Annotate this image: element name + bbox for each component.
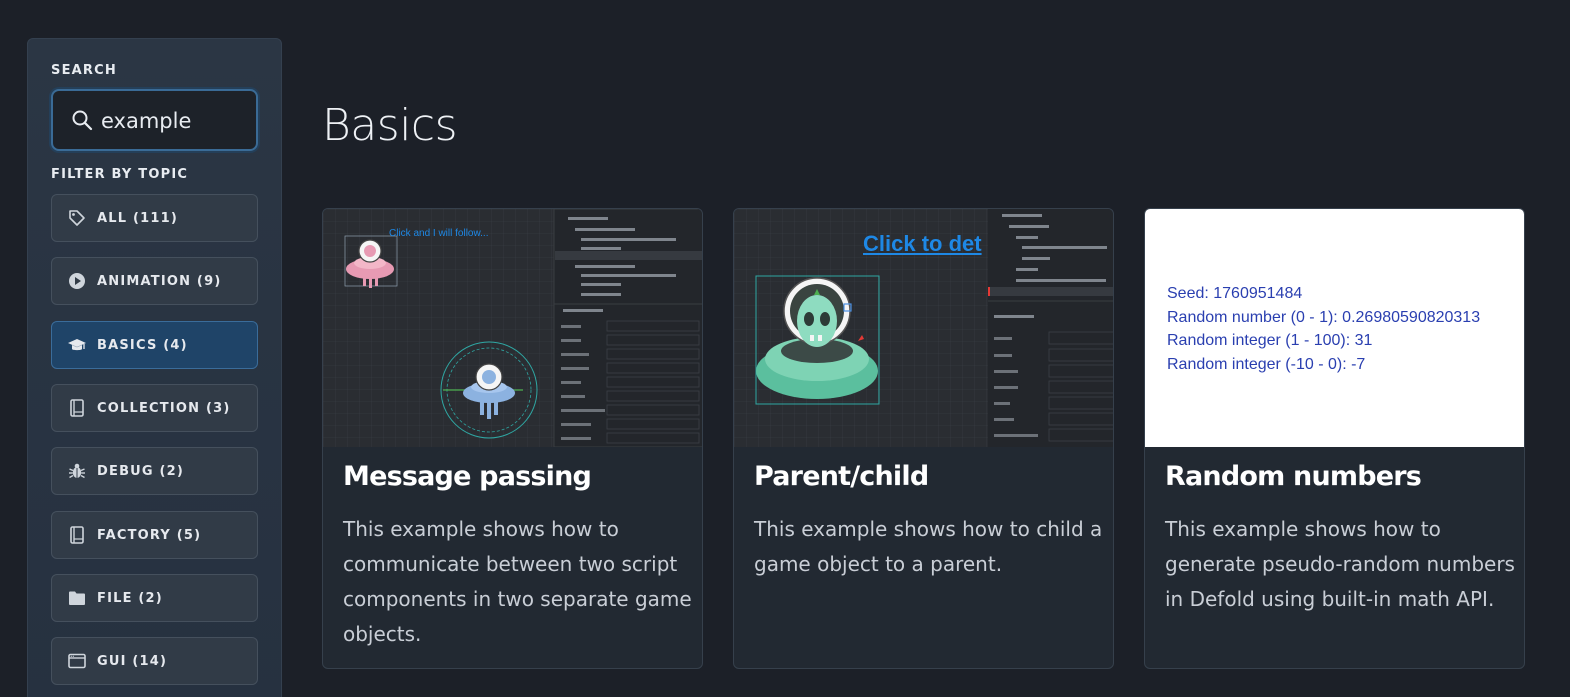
window-icon (67, 651, 87, 671)
topic-basics[interactable]: BASICS (4) (51, 321, 258, 369)
topic-all[interactable]: ALL (111) (51, 194, 258, 242)
card-description: This example shows how to child a game o… (754, 517, 1103, 576)
page-title: Basics (322, 100, 458, 151)
example-card-random-numbers[interactable]: Seed: 1760951484 Random number (0 - 1): … (1144, 208, 1525, 669)
topic-label: DEBUG (2) (97, 463, 185, 479)
topic-collection[interactable]: COLLECTION (3) (51, 384, 258, 432)
topic-animation[interactable]: ANIMATION (9) (51, 257, 258, 305)
sidebar: SEARCH FILTER BY TOPIC ALL (111) ANIMATI… (27, 38, 282, 697)
topic-label: COLLECTION (3) (97, 400, 231, 416)
card-thumbnail: Click to det (734, 209, 1113, 447)
topic-label: BASICS (4) (97, 337, 188, 353)
topic-label: FILE (2) (97, 590, 163, 606)
card-title: Parent/child (754, 461, 929, 492)
folder-icon (67, 588, 87, 608)
topic-factory[interactable]: FACTORY (5) (51, 511, 258, 559)
random-line: Seed: 1760951484 (1167, 285, 1303, 302)
example-card-parent-child[interactable]: Click to det Parent/child This example s… (733, 208, 1114, 669)
play-circle-icon (67, 271, 87, 291)
random-line: Random integer (-10 - 0): -7 (1167, 355, 1366, 373)
topic-label: GUI (14) (97, 653, 168, 669)
bug-icon (67, 461, 87, 481)
card-thumbnail: Seed: 1760951484 Random number (0 - 1): … (1145, 209, 1524, 447)
example-card-message-passing[interactable]: Click and I will follow... Message passi… (322, 208, 703, 669)
book-icon (67, 398, 87, 418)
topic-file[interactable]: FILE (2) (51, 574, 258, 622)
search-input[interactable] (101, 105, 251, 137)
search-box[interactable] (51, 89, 258, 151)
card-description: This example shows how to communicate be… (343, 517, 692, 646)
search-heading: SEARCH (51, 63, 117, 78)
topic-label: FACTORY (5) (97, 527, 202, 543)
card-description: This example shows how to generate pseud… (1165, 517, 1515, 611)
book-icon (67, 525, 87, 545)
topic-label: ANIMATION (9) (97, 273, 222, 289)
filter-heading: FILTER BY TOPIC (51, 167, 189, 182)
random-output: Seed: 1760951484 Random number (0 - 1): … (1167, 282, 1480, 376)
card-title: Random numbers (1165, 461, 1422, 492)
graduation-cap-icon (67, 335, 87, 355)
topic-gui[interactable]: GUI (14) (51, 637, 258, 685)
search-icon (71, 109, 93, 131)
topic-label: ALL (111) (97, 210, 178, 226)
random-line: Random number (0 - 1): 0.26980590820313 (1167, 308, 1481, 326)
thumb-caption: Click and I will follow... (389, 228, 489, 239)
random-line: Random integer (1 - 100): 31 (1167, 332, 1373, 349)
tag-icon (67, 208, 87, 228)
thumb-caption: Click to det (863, 231, 982, 256)
card-title: Message passing (343, 461, 592, 492)
card-thumbnail: Click and I will follow... (323, 209, 702, 447)
topic-debug[interactable]: DEBUG (2) (51, 447, 258, 495)
